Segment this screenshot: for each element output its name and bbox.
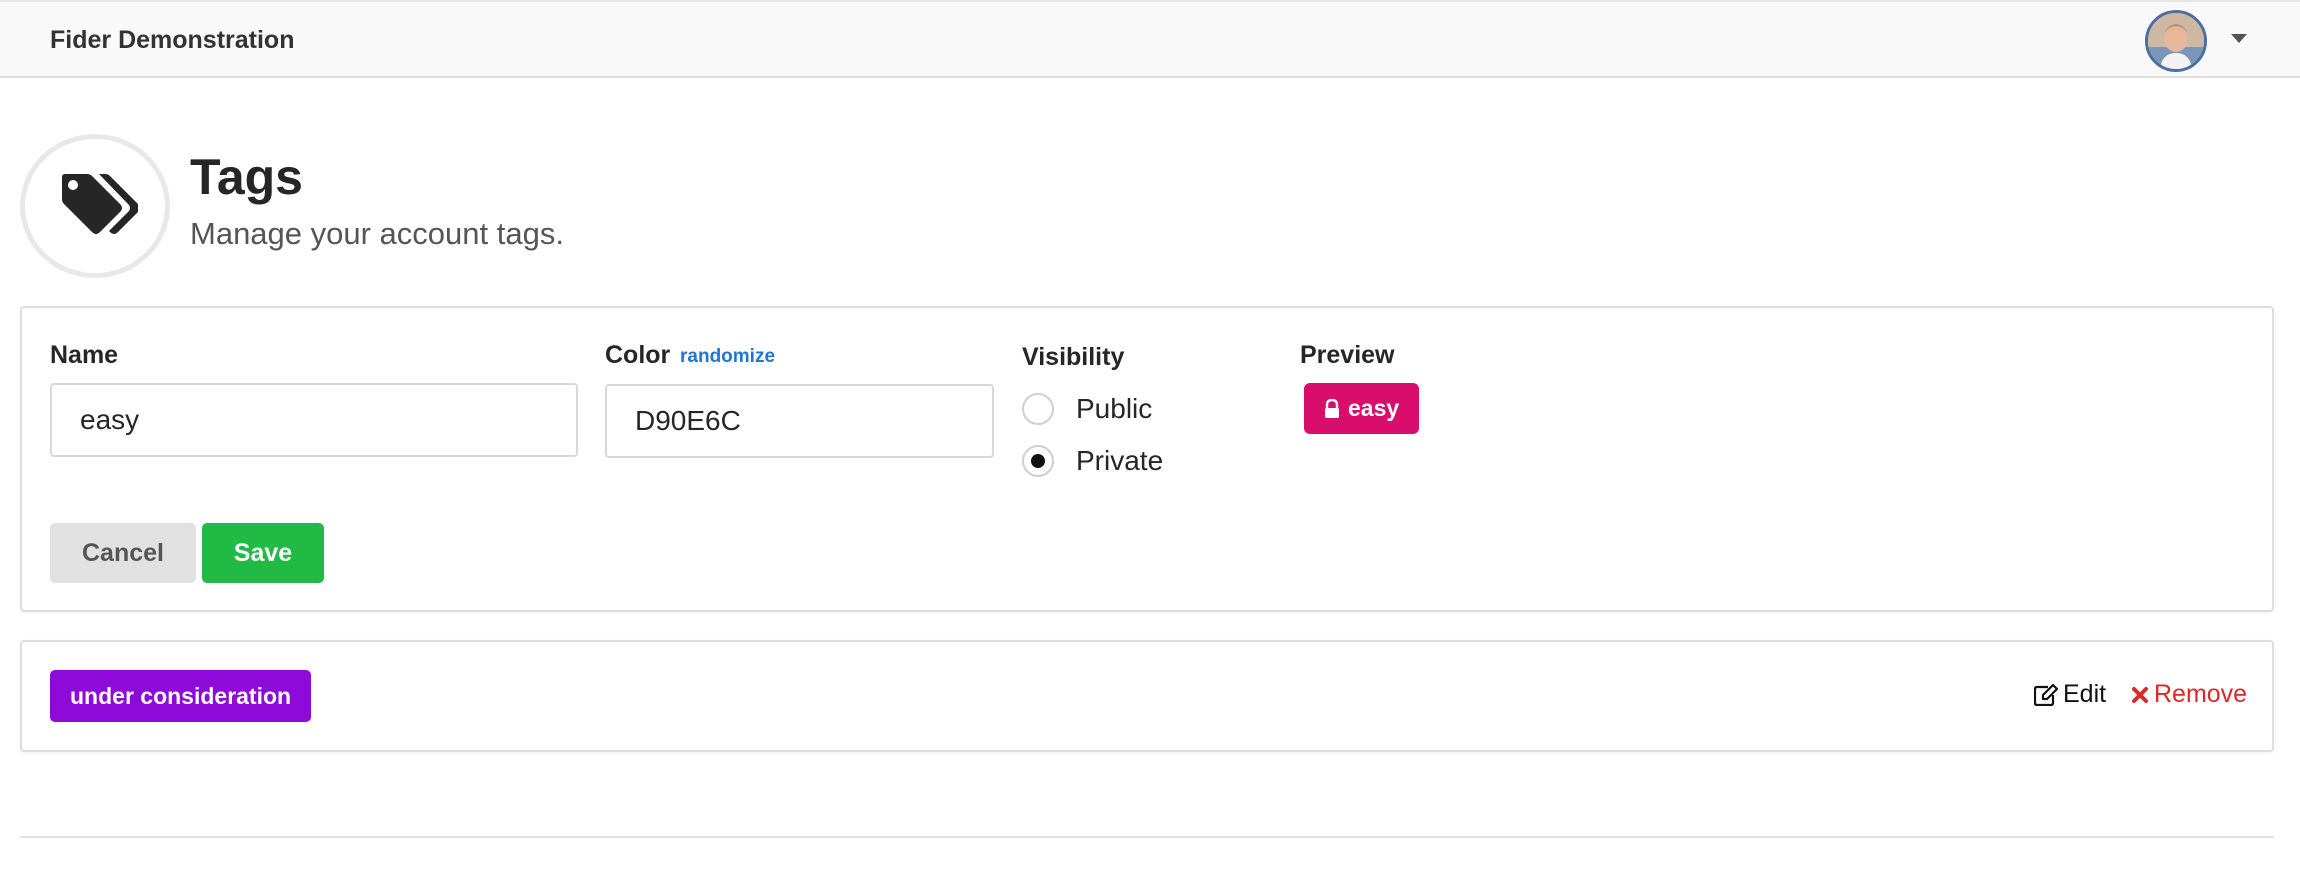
preview-tag-text: easy <box>1348 395 1400 421</box>
close-icon <box>2132 686 2148 703</box>
radio-private-label: Private <box>1076 445 1164 476</box>
remove-label: Remove <box>2154 680 2248 708</box>
visibility-label: Visibility <box>1022 343 1125 371</box>
page-title: Tags <box>190 149 303 205</box>
divider <box>20 836 2274 838</box>
edit-label: Edit <box>2063 680 2107 708</box>
tag-under-consideration: under consideration <box>50 670 312 722</box>
save-button[interactable]: Save <box>202 523 324 583</box>
radio-private[interactable]: Private <box>1022 445 1163 477</box>
radio-private-circle[interactable] <box>1022 445 1054 477</box>
radio-public-label: Public <box>1076 393 1153 424</box>
tag-list-panel <box>20 640 2274 752</box>
color-label: Color <box>605 341 671 369</box>
cancel-button[interactable]: Cancel <box>50 523 196 583</box>
name-label: Name <box>50 341 119 369</box>
site-title[interactable]: Fider Demonstration <box>50 26 294 55</box>
radio-public-circle[interactable] <box>1022 393 1054 425</box>
preview-tag: easy <box>1304 383 1420 434</box>
radio-public[interactable]: Public <box>1022 393 1152 425</box>
lock-icon <box>1325 398 1339 418</box>
page-icon <box>20 134 170 278</box>
preview-label: Preview <box>1300 341 1395 369</box>
name-input[interactable] <box>50 383 578 457</box>
remove-tag-button[interactable]: Remove <box>2131 682 2247 707</box>
color-input[interactable] <box>605 384 994 458</box>
page-subtitle: Manage your account tags. <box>190 216 564 251</box>
top-header: Fider Demonstration <box>0 0 2300 78</box>
user-avatar[interactable] <box>2145 10 2207 72</box>
randomize-link[interactable]: randomize <box>680 347 775 366</box>
tags-icon <box>62 174 138 234</box>
edit-icon <box>2034 683 2058 706</box>
edit-tag-button[interactable]: Edit <box>2034 682 2106 707</box>
caret-down-icon[interactable] <box>2231 34 2247 43</box>
